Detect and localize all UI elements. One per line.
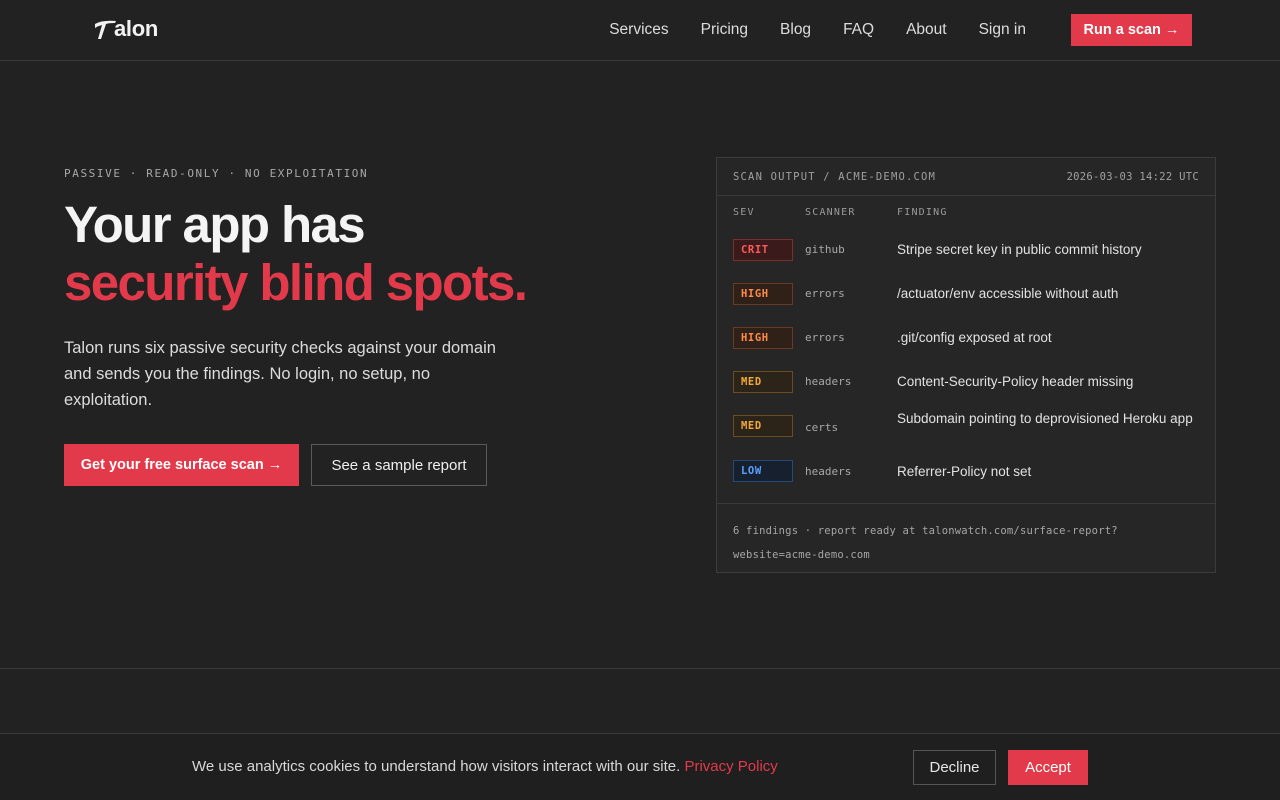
cookie-message: We use analytics cookies to understand h… bbox=[192, 758, 778, 775]
finding-row: HIGH errors /actuator/env accessible wit… bbox=[717, 274, 1215, 318]
finding-row: LOW headers Referrer-Policy not set bbox=[717, 452, 1215, 496]
run-scan-button[interactable]: Run a scan → bbox=[1071, 14, 1192, 46]
hero-title-line2: security blind spots. bbox=[64, 254, 528, 311]
severity-badge: HIGH bbox=[733, 283, 793, 305]
sample-report-button[interactable]: See a sample report bbox=[311, 444, 487, 486]
scan-panel-header: SCAN OUTPUT / ACME-DEMO.COM 2026-03-03 1… bbox=[717, 158, 1215, 196]
cookie-message-text: We use analytics cookies to understand h… bbox=[192, 758, 685, 775]
finding-text: Content-Security-Policy header missing bbox=[897, 374, 1134, 389]
finding-text: Referrer-Policy not set bbox=[897, 464, 1032, 479]
severity-badge: MED bbox=[733, 415, 793, 437]
hero-lede: Talon runs six passive security checks a… bbox=[64, 339, 496, 409]
cookie-banner: We use analytics cookies to understand h… bbox=[0, 733, 1280, 800]
scanner-name: errors bbox=[805, 287, 845, 300]
free-scan-button[interactable]: Get your free surface scan → bbox=[64, 444, 299, 486]
severity-badge: MED bbox=[733, 371, 793, 393]
severity-badge: LOW bbox=[733, 460, 793, 482]
site-header: alon Services Pricing Blog FAQ About Sig… bbox=[0, 0, 1280, 61]
nav-pricing[interactable]: Pricing bbox=[701, 21, 748, 39]
col-scanner: SCANNER bbox=[805, 207, 856, 218]
main-nav: Services Pricing Blog FAQ About Sign in … bbox=[609, 14, 1192, 46]
scan-panel-title: SCAN OUTPUT / ACME-DEMO.COM bbox=[733, 170, 937, 183]
scan-summary-line1: 6 findings · report ready at talonwatch.… bbox=[733, 525, 1118, 537]
finding-text: /actuator/env accessible without auth bbox=[897, 286, 1119, 301]
scanner-name: headers bbox=[805, 465, 852, 478]
finding-row: HIGH errors .git/config exposed at root bbox=[717, 318, 1215, 362]
finding-row: MED headers Content-Security-Policy head… bbox=[717, 362, 1215, 406]
section-divider bbox=[0, 668, 1280, 669]
hero-cta-row: Get your free surface scan → See a sampl… bbox=[64, 444, 487, 486]
nav-blog[interactable]: Blog bbox=[780, 21, 811, 39]
col-sev: SEV bbox=[733, 207, 755, 218]
privacy-policy-link[interactable]: Privacy Policy bbox=[684, 758, 777, 775]
scan-panel-footer: 6 findings · report ready at talonwatch.… bbox=[717, 503, 1215, 572]
hero-title-line1: Your app has bbox=[64, 196, 366, 253]
logo-text: alon bbox=[114, 16, 159, 41]
nav-faq[interactable]: FAQ bbox=[843, 21, 874, 39]
hero-eyebrow: PASSIVE · READ-ONLY · NO EXPLOITATION bbox=[64, 167, 369, 180]
logo[interactable]: alon bbox=[92, 16, 158, 42]
scanner-name: certs bbox=[805, 421, 839, 434]
finding-text: .git/config exposed at root bbox=[897, 330, 1052, 345]
severity-badge: HIGH bbox=[733, 327, 793, 349]
scan-timestamp: 2026-03-03 14:22 UTC bbox=[1066, 170, 1199, 183]
scan-output-panel: SCAN OUTPUT / ACME-DEMO.COM 2026-03-03 1… bbox=[716, 157, 1216, 573]
col-finding: FINDING bbox=[897, 207, 948, 218]
finding-text: Stripe secret key in public commit histo… bbox=[897, 242, 1142, 257]
accept-cookies-button[interactable]: Accept bbox=[1008, 750, 1088, 785]
scan-findings-list: CRIT github Stripe secret key in public … bbox=[717, 230, 1215, 496]
nav-about[interactable]: About bbox=[906, 21, 947, 39]
nav-sign-in[interactable]: Sign in bbox=[979, 21, 1026, 39]
scan-column-headers: SEV SCANNER FINDING bbox=[733, 207, 1199, 221]
nav-services[interactable]: Services bbox=[609, 21, 668, 39]
scanner-name: headers bbox=[805, 375, 852, 388]
severity-badge: CRIT bbox=[733, 239, 793, 261]
decline-cookies-button[interactable]: Decline bbox=[913, 750, 996, 785]
scanner-name: errors bbox=[805, 331, 845, 344]
finding-row: CRIT github Stripe secret key in public … bbox=[717, 230, 1215, 274]
scanner-name: github bbox=[805, 243, 845, 256]
hero-title: Your app has security blind spots. bbox=[64, 196, 664, 312]
finding-text: Subdomain pointing to deprovisioned Hero… bbox=[897, 411, 1193, 426]
scan-summary-line2: website=acme-demo.com bbox=[733, 549, 870, 561]
finding-row: MED certs Subdomain pointing to deprovis… bbox=[717, 406, 1215, 452]
